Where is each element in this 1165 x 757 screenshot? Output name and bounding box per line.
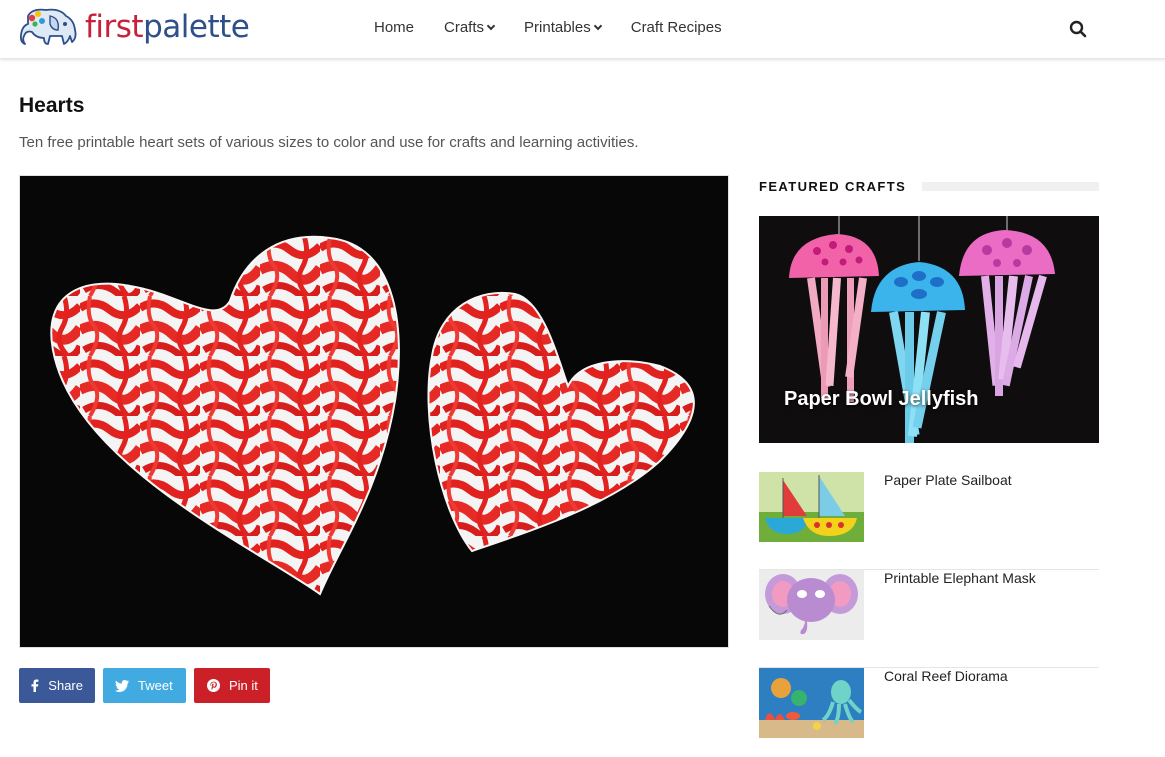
pinterest-icon bbox=[206, 679, 220, 692]
featured-crafts-heading-text: FEATURED CRAFTS bbox=[759, 179, 907, 194]
nav-crafts-label: Crafts bbox=[444, 19, 485, 36]
nav-crafts[interactable]: Crafts bbox=[444, 19, 496, 36]
nav-craft-recipes-label: Craft Recipes bbox=[630, 19, 722, 36]
nav-craft-recipes[interactable]: Craft Recipes bbox=[631, 19, 722, 36]
pinterest-pin-label: Pin it bbox=[229, 678, 258, 693]
facebook-icon bbox=[31, 679, 39, 692]
elephant-logo-icon bbox=[20, 8, 77, 45]
twitter-tweet-button[interactable]: Tweet bbox=[103, 668, 186, 703]
share-buttons: Share Tweet Pin it bbox=[19, 668, 278, 703]
twitter-tweet-label: Tweet bbox=[138, 678, 173, 693]
twitter-icon bbox=[115, 679, 129, 692]
coral-reef-thumbnail bbox=[759, 668, 864, 738]
facebook-share-label: Share bbox=[48, 678, 83, 693]
search-icon bbox=[1069, 20, 1087, 38]
list-item-title: Paper Plate Sailboat bbox=[884, 472, 1012, 488]
pinterest-pin-button[interactable]: Pin it bbox=[194, 668, 270, 703]
logo-text-first: first bbox=[85, 8, 144, 45]
featured-craft-title[interactable]: Paper Bowl Jellyfish bbox=[784, 388, 979, 411]
main-nav: Home Crafts Printables Craft Recipes bbox=[374, 19, 722, 36]
logo-text-palette: palette bbox=[143, 8, 250, 45]
page-description: Ten free printable heart sets of various… bbox=[19, 134, 639, 151]
hearts-hero-image bbox=[19, 175, 729, 648]
sailboat-thumbnail bbox=[759, 472, 864, 542]
facebook-share-button[interactable]: Share bbox=[19, 668, 95, 703]
site-logo[interactable]: firstpalette bbox=[20, 6, 250, 48]
list-item[interactable]: Coral Reef Diorama bbox=[759, 668, 1099, 757]
page-title: Hearts bbox=[19, 94, 85, 117]
nav-printables-label: Printables bbox=[524, 19, 591, 36]
elephant-mask-thumbnail bbox=[759, 570, 864, 640]
nav-home-label: Home bbox=[374, 19, 415, 36]
nav-home[interactable]: Home bbox=[374, 19, 414, 36]
list-item-title: Printable Elephant Mask bbox=[884, 570, 1036, 586]
list-item[interactable]: Printable Elephant Mask bbox=[759, 570, 1099, 668]
nav-printables[interactable]: Printables bbox=[524, 19, 602, 36]
search-button[interactable] bbox=[1069, 20, 1087, 38]
chevron-down-icon bbox=[593, 21, 602, 30]
heading-divider bbox=[922, 182, 1099, 191]
site-header: firstpalette Home Crafts Printables Craf… bbox=[0, 0, 1165, 59]
chevron-down-icon bbox=[486, 21, 496, 30]
list-item-title: Coral Reef Diorama bbox=[884, 668, 1008, 684]
list-item[interactable]: Paper Plate Sailboat bbox=[759, 472, 1099, 570]
featured-crafts-heading: FEATURED CRAFTS bbox=[759, 179, 1099, 194]
